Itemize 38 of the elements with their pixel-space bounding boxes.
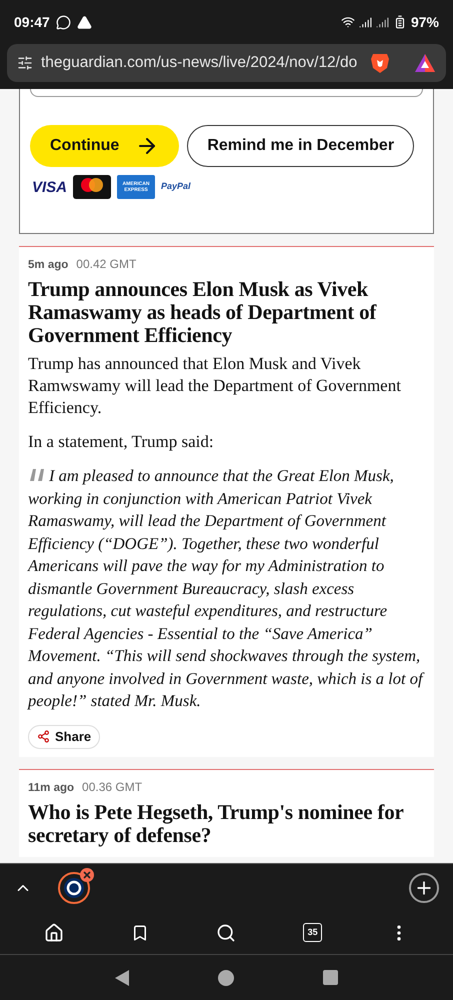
chat-icon xyxy=(56,14,71,30)
share-icon xyxy=(37,730,50,744)
quote-text: I am pleased to announce that the Great Elon Musk, working in conjunction with American Patriot Vivek Ramaswamy, will lead the Department of Government Efficiency (“DOGE”). Together, these two wonderful Americans will pave the way for my Administration to dismantle Government Bureaucracy, slash excess regulations, cut wasteful expenditures, and restructure Federal Agencies - Essential to the “Save America” Movement. “This will send shockwaves through the system, and anyone involved in Government waste, which is a lot of people!” stated Mr. Musk. xyxy=(28,465,425,712)
signal-icon xyxy=(376,16,389,28)
quote-icon xyxy=(28,469,45,482)
post-headline: Who is Pete Hegseth, Trump's nominee for secretary of defense? xyxy=(28,801,404,847)
close-icon[interactable] xyxy=(82,870,92,880)
post-time: 00.42 GMT xyxy=(76,256,136,273)
paypal-logo: PayPal xyxy=(161,180,191,194)
site-settings-icon[interactable] xyxy=(17,55,33,71)
back-icon[interactable] xyxy=(114,970,129,986)
lion-shield-icon[interactable] xyxy=(370,52,390,74)
home-icon[interactable] xyxy=(44,922,64,942)
recents-icon[interactable] xyxy=(323,970,338,985)
mastercard-logo xyxy=(73,175,112,199)
triangle-icon[interactable] xyxy=(414,53,436,73)
home-circle-icon[interactable] xyxy=(218,970,234,986)
warning-icon xyxy=(76,14,92,30)
clock: 09:47 xyxy=(14,12,50,32)
post-age: 5m ago xyxy=(28,258,68,273)
search-icon[interactable] xyxy=(216,922,236,942)
body-text: Trump has announced that Elon Musk and Vivek Ramwswamy will lead the Department of Government Efficiency. xyxy=(28,353,402,420)
url-text: theguardian.com/us-news/live/2024/nov/12/do xyxy=(41,53,358,74)
battery-level: 97% xyxy=(410,12,439,32)
post-age: 11m ago xyxy=(28,780,74,796)
g-logo-icon xyxy=(64,878,84,898)
new-tab-button[interactable] xyxy=(409,872,439,902)
body-text: In a statement, Trump said: xyxy=(28,431,215,454)
signal-icon xyxy=(358,16,372,28)
post-headline: Trump announces Elon Musk as Vivek Ramaswamy as heads of Department of Government Efficiency xyxy=(28,278,378,348)
remind-button[interactable]: Remind me in December xyxy=(187,125,414,167)
wifi-icon xyxy=(340,15,355,29)
continue-button[interactable]: Continue xyxy=(30,125,180,167)
visa-logo: VISA xyxy=(32,180,68,194)
tab-count[interactable]: 35 xyxy=(303,923,322,942)
address-bar[interactable]: theguardian.com/us-news/live/2024/nov/12/do xyxy=(7,44,446,82)
share-button[interactable]: Share xyxy=(28,724,100,749)
post-time: 00.36 GMT xyxy=(82,778,142,796)
